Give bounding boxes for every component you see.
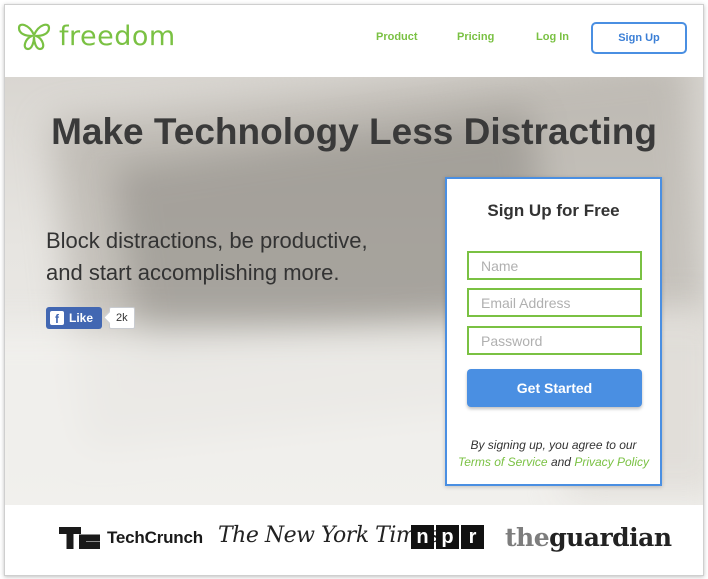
hero-section: Make Technology Less Distracting Block d… [5,77,703,505]
name-field[interactable]: Name [467,251,642,280]
nav-login[interactable]: Log In [536,31,569,43]
npr-letter-r: r [461,525,484,549]
npr-letter-n: n [411,525,434,549]
privacy-policy-link[interactable]: Privacy Policy [574,455,649,469]
logo-text: freedom [59,21,176,52]
facebook-like-widget: f Like 2k [46,307,135,329]
site-header: freedom Product Pricing Log In Sign Up [5,5,703,77]
facebook-like-label: Like [69,311,94,325]
email-field[interactable]: Email Address [467,288,642,317]
techcrunch-mark-icon [59,527,100,549]
password-field[interactable]: Password [467,326,642,355]
techcrunch-text: TechCrunch [107,528,203,547]
facebook-like-count: 2k [109,307,135,329]
hero-headline: Make Technology Less Distracting [51,111,657,152]
press-logos: TechCrunch The New York Times n p r theg… [5,505,703,575]
terms-of-service-link[interactable]: Terms of Service [458,455,548,469]
browser-page: freedom Product Pricing Log In Sign Up M… [4,4,704,576]
nav-product[interactable]: Product [376,31,418,43]
techcrunch-logo: TechCrunch [59,527,203,549]
signup-card-title: Sign Up for Free [487,201,620,220]
legal-and: and [550,455,571,469]
nav-pricing[interactable]: Pricing [457,31,494,43]
signup-card: Sign Up for Free Name Email Address Pass… [445,177,662,486]
guardian-name: guardian [549,523,672,552]
guardian-logo: theguardian [505,523,672,552]
legal-prefix: By signing up, you agree to our [470,438,637,452]
get-started-button[interactable]: Get Started [467,369,642,407]
facebook-icon: f [50,311,64,325]
npr-letter-p: p [436,525,459,549]
hero-subline: Block distractions, be productive, and s… [46,225,406,289]
header-signup-button[interactable]: Sign Up [591,22,687,54]
guardian-the: the [505,523,550,552]
nyt-logo: The New York Times [218,523,440,548]
hero-subline-line-1: Block distractions, be productive, [46,228,368,253]
signup-legal-text: By signing up, you agree to our Terms of… [447,437,660,471]
butterfly-icon [17,23,51,50]
npr-logo: n p r [411,525,486,549]
facebook-like-button[interactable]: f Like [46,307,102,329]
logo[interactable]: freedom [17,21,176,52]
hero-subline-line-2: and start accomplishing more. [46,260,340,285]
